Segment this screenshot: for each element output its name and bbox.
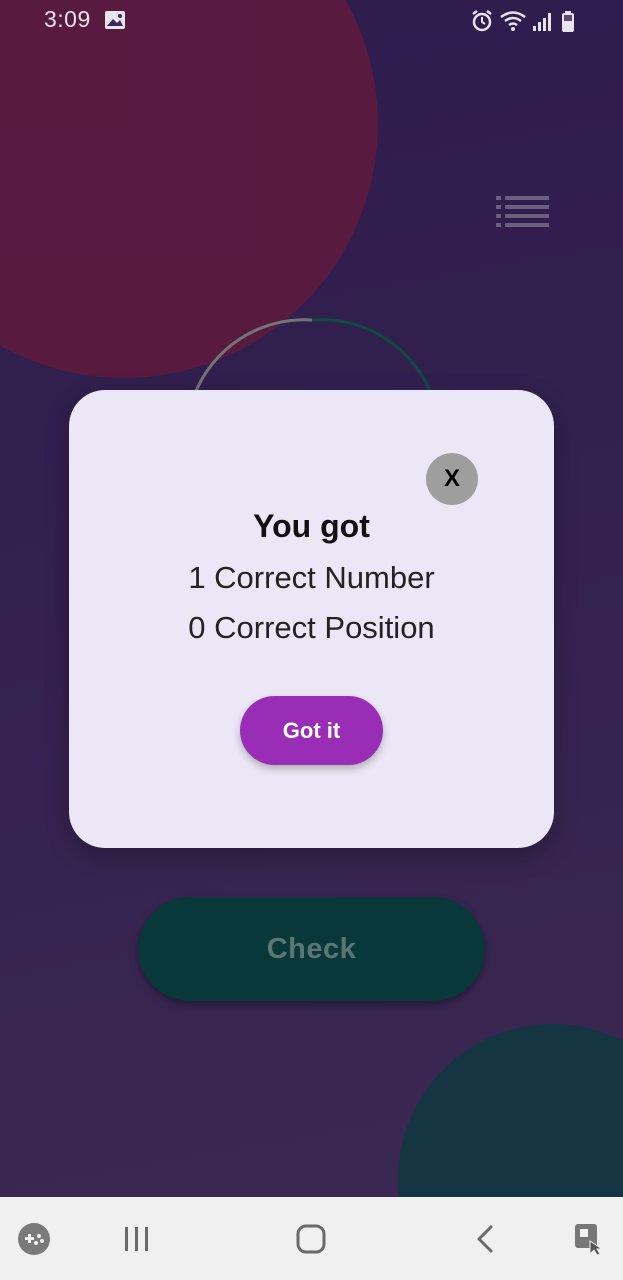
got-it-button[interactable]: Got it: [240, 696, 383, 765]
alarm-icon: [472, 10, 492, 32]
dialog-title: You got: [253, 508, 370, 544]
image-icon: [105, 11, 125, 29]
correct-position-text: 0 Correct Position: [188, 610, 435, 645]
close-button-label: X: [443, 465, 460, 492]
assistive-touch-icon[interactable]: [566, 1197, 610, 1280]
recent-apps-icon[interactable]: [112, 1197, 162, 1280]
app-screen: Check X You got 1 Correct Number 0 Corre…: [0, 0, 623, 1197]
result-dialog: X You got 1 Correct Number 0 Correct Pos…: [69, 390, 554, 848]
close-button[interactable]: X: [426, 453, 478, 505]
battery-icon: [562, 11, 574, 32]
correct-number-text: 1 Correct Number: [188, 560, 435, 595]
status-bar: 3:09: [0, 0, 623, 42]
game-launcher-icon[interactable]: [12, 1197, 56, 1280]
wifi-icon: [500, 11, 526, 31]
home-icon[interactable]: [286, 1197, 336, 1280]
back-icon[interactable]: [462, 1197, 508, 1280]
signal-icon: [533, 13, 551, 31]
navigation-bar: [0, 1197, 623, 1280]
status-time: 3:09: [44, 6, 91, 32]
status-icons: [472, 10, 574, 32]
got-it-button-label: Got it: [282, 717, 341, 743]
